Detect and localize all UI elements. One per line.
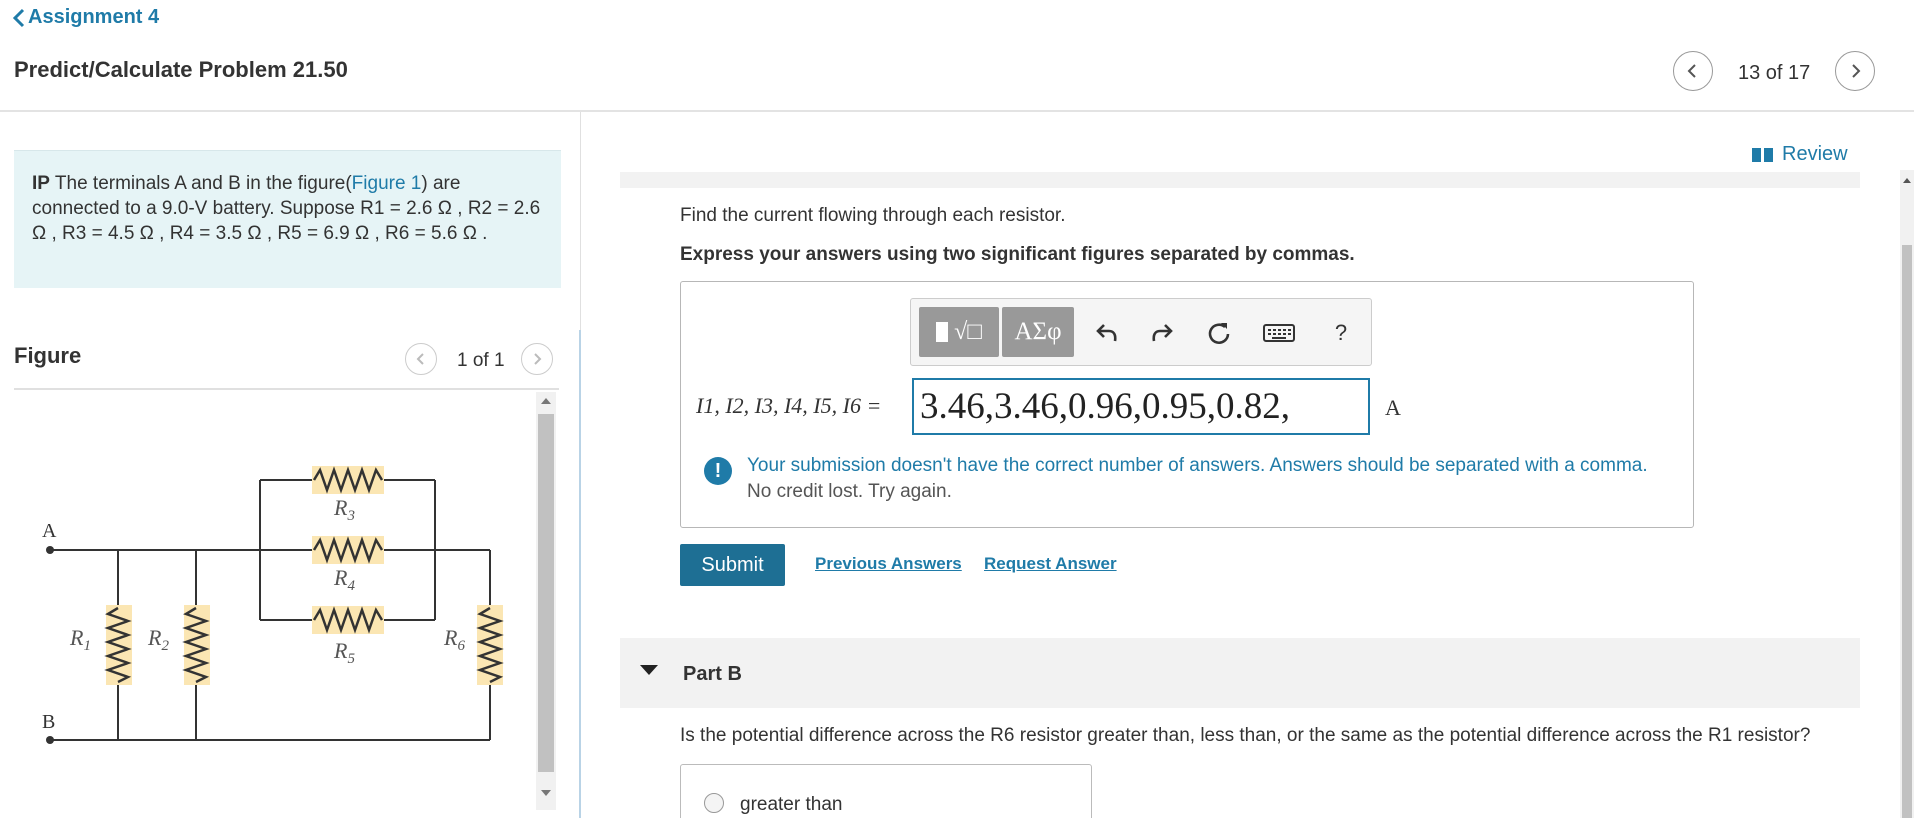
scroll-down-icon[interactable] xyxy=(540,788,552,798)
template-box-icon xyxy=(936,322,949,342)
undo-icon[interactable] xyxy=(1091,317,1123,349)
keyboard-icon[interactable] xyxy=(1261,317,1297,349)
chevron-right-icon xyxy=(534,353,542,365)
templates-button[interactable]: √□ xyxy=(919,307,999,357)
part-b-header[interactable] xyxy=(620,638,1860,708)
book-icon xyxy=(1752,147,1773,162)
problem-intro: IP The terminals A and B in the figure(F… xyxy=(14,150,561,288)
r3-label: R3 xyxy=(333,495,355,524)
chevron-left-icon xyxy=(416,353,424,365)
r2-label: R2 xyxy=(147,625,169,654)
figure-link[interactable]: Figure 1 xyxy=(352,173,422,194)
r4-label: R4 xyxy=(333,565,355,594)
review-label: Review xyxy=(1782,143,1848,165)
answer-variables-label: I1, I2, I3, I4, I5, I6 = xyxy=(696,393,882,418)
left-panel-edge xyxy=(579,330,581,818)
scroll-up-icon[interactable] xyxy=(540,396,552,406)
next-problem-button[interactable] xyxy=(1835,51,1875,91)
alert-subtext: No credit lost. Try again. xyxy=(747,481,952,502)
part-a-band xyxy=(620,172,1860,188)
answer-input[interactable] xyxy=(912,378,1370,435)
terminal-a-label: A xyxy=(42,520,57,542)
figure-heading: Figure xyxy=(14,343,82,368)
r6-label: R6 xyxy=(443,625,465,654)
figure-pager: 1 of 1 xyxy=(457,350,505,371)
submit-button[interactable]: Submit xyxy=(680,544,785,586)
previous-problem-button[interactable] xyxy=(1673,51,1713,91)
r1-label: R1 xyxy=(69,625,91,654)
header-divider xyxy=(0,110,1914,112)
option-label[interactable]: greater than xyxy=(740,794,842,816)
symbols-button[interactable]: ΑΣφ xyxy=(1002,307,1074,357)
figure-divider xyxy=(14,388,559,390)
help-button[interactable]: ? xyxy=(1325,317,1357,349)
back-to-assignment-link[interactable]: Assignment 4 xyxy=(12,6,159,29)
figure-scrollbar-thumb[interactable] xyxy=(538,414,554,772)
back-link-label: Assignment 4 xyxy=(28,6,160,28)
answer-unit: A xyxy=(1385,395,1401,420)
page-scroll-up-icon[interactable] xyxy=(1902,176,1912,184)
redo-icon[interactable] xyxy=(1146,317,1178,349)
part-b-question: Is the potential difference across the R… xyxy=(680,725,1811,746)
alert-message: Your submission doesn't have the correct… xyxy=(747,455,1648,476)
problem-title: Predict/Calculate Problem 21.50 xyxy=(14,57,348,82)
request-answer-link[interactable]: Request Answer xyxy=(984,554,1117,574)
part-a-question: Find the current flowing through each re… xyxy=(680,205,1066,226)
review-link[interactable]: Review xyxy=(1752,143,1848,166)
r5-label: R5 xyxy=(333,638,355,667)
chevron-left-icon xyxy=(1687,64,1696,78)
option-radio[interactable] xyxy=(704,793,724,813)
page-scrollbar-thumb[interactable] xyxy=(1902,245,1912,818)
next-figure-button[interactable] xyxy=(521,343,553,375)
previous-answers-link[interactable]: Previous Answers xyxy=(815,554,962,574)
problem-pager: 13 of 17 xyxy=(1738,62,1811,84)
previous-figure-button[interactable] xyxy=(405,343,437,375)
chevron-left-icon xyxy=(12,8,25,27)
alert-icon: ! xyxy=(704,457,732,485)
math-toolbar: √□ ΑΣφ ? xyxy=(910,298,1372,366)
terminal-a-dot xyxy=(46,546,54,554)
terminal-b-dot xyxy=(46,736,54,744)
ip-prefix: IP xyxy=(32,173,50,194)
terminal-b-label: B xyxy=(42,711,55,733)
chevron-right-icon xyxy=(1852,64,1861,78)
reset-icon[interactable] xyxy=(1203,317,1235,349)
templates-label: √□ xyxy=(954,318,982,345)
part-a-instruction: Express your answers using two significa… xyxy=(680,244,1355,265)
part-b-label[interactable]: Part B xyxy=(683,663,742,686)
intro-text-start: The terminals A and B in the figure( xyxy=(54,173,352,194)
caret-down-icon[interactable] xyxy=(640,665,658,675)
circuit-diagram: A B R3 R4 R5 R1 R2 R6 xyxy=(42,466,504,744)
